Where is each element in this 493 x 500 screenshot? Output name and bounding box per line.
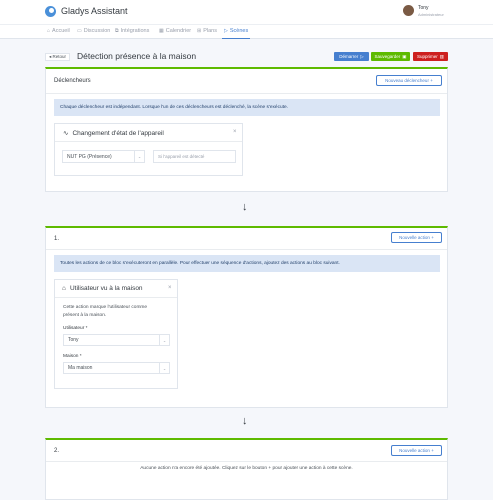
nav-item-scenes[interactable]: ▷ Scènes: [224, 28, 248, 34]
save-button[interactable]: Sauvegarder ▣: [371, 52, 410, 61]
top-header: Gladys Assistant Tony Administrateur: [0, 0, 493, 24]
avatar[interactable]: [403, 5, 414, 16]
divider: [46, 461, 447, 462]
house-select-value: Ma maison: [68, 365, 93, 371]
action-card-header: ⌂ Utilisateur vu à la maison: [62, 285, 143, 292]
action-card-title: Utilisateur vu à la maison: [69, 285, 143, 292]
user-name[interactable]: Tony: [418, 5, 429, 11]
brand-name[interactable]: Gladys Assistant: [61, 6, 128, 16]
main-nav: ⌂ Accueil ▭ Discussion ⧉ Intégrations ▦ …: [0, 24, 493, 39]
arrow-down-icon: ↓: [242, 415, 248, 427]
chevron-down-icon: ⌄: [159, 335, 169, 345]
device-select-value: NUT PG (Présence): [67, 153, 112, 160]
plus-icon: +: [430, 78, 433, 83]
nav-item-discussion[interactable]: ▭ Discussion: [77, 28, 110, 34]
new-trigger-label: Nouveau déclencheur: [385, 78, 429, 83]
trigger-card-title: Changement d'état de l'appareil: [72, 129, 164, 137]
delete-button[interactable]: Supprimer ▥: [413, 52, 448, 61]
action-block-1: 1. Nouvelle action + Toutes les actions …: [45, 226, 448, 408]
back-button[interactable]: ◂ Retour: [45, 53, 71, 61]
trigger-device-state-card: ∿ Changement d'état de l'appareil × NUT …: [54, 123, 243, 176]
new-trigger-button[interactable]: Nouveau déclencheur +: [376, 75, 442, 86]
condition-select[interactable]: Si l'appareil est détecté: [153, 150, 236, 163]
nav-item-calendrier[interactable]: ▦ Calendrier: [159, 28, 191, 34]
device-select[interactable]: NUT PG (Présence) ⌄: [62, 150, 145, 163]
user-select[interactable]: Tony ⌄: [63, 334, 170, 346]
home-icon: ⌂: [47, 28, 51, 34]
nav-item-accueil[interactable]: ⌂ Accueil: [47, 28, 70, 34]
new-action-button-2[interactable]: Nouvelle action +: [391, 445, 442, 456]
user-select-value: Tony: [68, 337, 79, 343]
triggers-info-alert: Chaque déclencheur est indépendant. Lors…: [54, 99, 440, 116]
triggers-card: Déclencheurs Nouveau déclencheur + Chaqu…: [45, 67, 448, 192]
integrations-icon: ⧉: [115, 28, 119, 34]
start-label: Démarrer: [339, 54, 359, 59]
block-1-title: 1.: [54, 236, 60, 242]
action-description-line-2: présent à la maison.: [63, 313, 107, 318]
block-2-title: 2.: [54, 448, 60, 454]
active-tab-underline: [222, 38, 250, 39]
plus-icon: +: [431, 235, 434, 240]
home-icon: ⌂: [62, 285, 66, 292]
nav-item-plans[interactable]: ⊞ Plans: [197, 28, 217, 34]
activity-icon: ∿: [63, 130, 69, 137]
gladys-logo-icon[interactable]: [45, 6, 56, 17]
chat-icon: ▭: [77, 28, 82, 34]
new-action-label: Nouvelle action: [399, 448, 430, 453]
save-label: Sauvegarder: [374, 54, 401, 59]
arrow-down-icon: ↓: [242, 201, 248, 213]
calendar-icon: ▦: [159, 28, 164, 34]
save-icon: ▣: [402, 53, 407, 59]
triggers-title: Déclencheurs: [54, 78, 91, 84]
trigger-card-header: ∿ Changement d'état de l'appareil: [63, 129, 164, 138]
nav-label: Scènes: [229, 28, 249, 34]
page-title: Détection présence à la maison: [77, 51, 197, 61]
trash-icon: ▥: [439, 53, 445, 59]
action-description-line-1: Cette action marque l'utilisateur comme: [63, 305, 148, 310]
new-action-label: Nouvelle action: [399, 235, 430, 240]
nav-label: Plans: [203, 28, 217, 34]
play-icon: ▷: [360, 53, 364, 59]
house-select[interactable]: Ma maison ⌄: [63, 362, 170, 374]
condition-select-value: Si l'appareil est détecté: [158, 154, 205, 159]
divider: [46, 93, 447, 94]
user-field-label: Utilisateur *: [63, 326, 88, 331]
block-1-info-alert: Toutes les actions de ce bloc s'exécuter…: [54, 255, 440, 272]
chevron-down-icon: ⌄: [159, 363, 169, 373]
close-icon[interactable]: ×: [168, 285, 172, 291]
new-action-button-1[interactable]: Nouvelle action +: [391, 232, 442, 243]
plus-icon: +: [431, 448, 434, 453]
play-icon: ▷: [224, 28, 228, 34]
house-field-label: Maison *: [63, 354, 82, 359]
user-seen-action-card: ⌂ Utilisateur vu à la maison × Cette act…: [54, 279, 178, 389]
map-icon: ⊞: [197, 28, 202, 34]
divider: [46, 249, 447, 250]
nav-label: Discussion: [83, 28, 111, 34]
nav-item-integrations[interactable]: ⧉ Intégrations: [115, 28, 149, 34]
user-role: Administrateur: [418, 12, 444, 17]
nav-label: Calendrier: [165, 28, 192, 34]
chevron-down-icon: ⌄: [134, 151, 144, 162]
nav-label: Intégrations: [120, 28, 150, 34]
divider: [55, 141, 242, 142]
nav-label: Accueil: [52, 28, 70, 34]
start-button[interactable]: Démarrer ▷: [334, 52, 369, 61]
divider: [55, 297, 177, 298]
close-icon[interactable]: ×: [233, 129, 237, 135]
empty-actions-message: Aucune action n'a encore été ajoutée. Cl…: [140, 466, 353, 471]
delete-label: Supprimer: [416, 54, 438, 59]
